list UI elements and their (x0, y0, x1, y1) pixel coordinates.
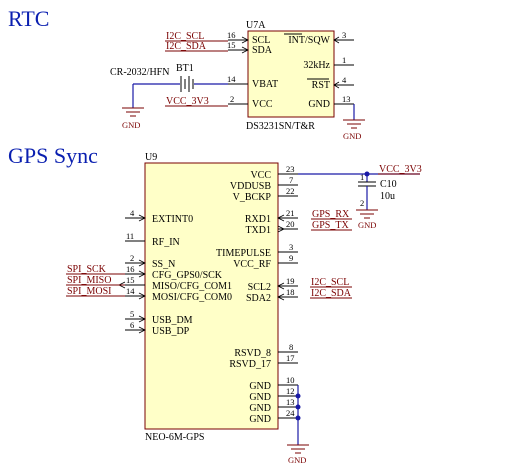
cap-value: 10u (380, 191, 395, 202)
rtc-pin-int-sqw: INT/SQW (288, 35, 330, 46)
cap-ref: C10 (380, 179, 397, 190)
gps-pin-num-rsvd17: 17 (286, 353, 295, 363)
gps-pin-num-vddusb: 7 (289, 175, 293, 185)
gps-pin-num-vcc: 23 (286, 164, 295, 174)
rtc-pin-num-sda: 15 (227, 40, 236, 50)
gps-pin-num-txd1: 20 (286, 219, 295, 229)
gnd-junction-12 (295, 393, 301, 399)
gps-pin-num-ss-n: 2 (130, 253, 134, 263)
rtc-pin-32khz: 32kHz (303, 60, 330, 71)
battery-gnd-label: GND (122, 120, 140, 130)
gps-pin-cfg-gps0-sck: CFG_GPS0/SCK (152, 270, 223, 281)
cap-pin2: 2 (360, 198, 364, 208)
rtc-pin-num-vbat: 14 (227, 74, 236, 84)
gps-pin-gnd-12: GND (249, 392, 271, 403)
battery-gnd-symbol (122, 107, 144, 117)
gps-pin-num-usb-dm: 5 (130, 309, 134, 319)
gps-pin-gnd-13: GND (249, 403, 271, 414)
gps-gnd-label: GND (288, 455, 306, 465)
rtc-pin-num-gnd: 13 (342, 94, 351, 104)
rtc-pin-num-vcc: 2 (230, 94, 234, 104)
rtc-pin-num-scl: 16 (227, 30, 236, 40)
rtc-pin-num-int: 3 (342, 30, 346, 40)
gps-pin-num-extint0: 4 (130, 208, 135, 218)
gps-pin-timepulse: TIMEPULSE (216, 248, 271, 259)
rtc-net-vcc: VCC_3V3 (166, 96, 209, 107)
gps-pin-vcc: VCC (250, 170, 271, 181)
gps-pin-gnd-10: GND (249, 381, 271, 392)
gps-net-spi-miso: SPI_MISO (67, 275, 111, 286)
cap-pin1: 1 (360, 172, 364, 182)
rtc-chip-ref: U7A (246, 20, 266, 31)
rtc-pin-rst: RST (312, 80, 330, 91)
gps-pin-rsvd8: RSVD_8 (234, 348, 271, 359)
gps-pin-vddusb: VDDUSB (230, 181, 271, 192)
rtc-pin-vbat: VBAT (252, 79, 278, 90)
rtc-chip-part: DS3231SN/T&R (246, 121, 315, 132)
schematic-canvas: RTC U7A DS3231SN/T&R 16 15 14 2 SCL SDA … (8, 6, 422, 465)
gps-module-ref: U9 (145, 152, 157, 163)
rtc-gnd-symbol (343, 119, 365, 129)
gps-net-gps-tx: GPS_TX (312, 220, 349, 231)
cap-gnd-label: GND (358, 220, 376, 230)
rtc-pin-num-32k: 1 (342, 55, 346, 65)
rtc-pin-vcc: VCC (252, 99, 273, 110)
gnd-junction-13 (295, 404, 301, 410)
gps-pin-num-gnd-13: 13 (286, 397, 295, 407)
gps-pin-txd1: TXD1 (245, 225, 271, 236)
gps-pin-usb-dm: USB_DM (152, 315, 193, 326)
gps-pin-rsvd17: RSVD_17 (229, 359, 271, 370)
gps-net-i2c-scl: I2C_SCL (311, 277, 349, 288)
gps-net-vcc: VCC_3V3 (379, 164, 422, 175)
gps-pin-num-miso: 15 (126, 275, 135, 285)
gps-pin-vcc-rf: VCC_RF (233, 259, 271, 270)
gps-pin-rf-in: RF_IN (152, 237, 180, 248)
gps-pin-rxd1: RXD1 (245, 214, 271, 225)
gps-net-i2c-sda: I2C_SDA (311, 288, 352, 299)
gps-pin-vbckp: V_BCKP (233, 192, 272, 203)
gps-pin-num-rxd1: 21 (286, 208, 295, 218)
rtc-pin-sda: SDA (252, 45, 273, 56)
rtc-section-title: RTC (8, 6, 49, 31)
rtc-gnd-label: GND (343, 131, 361, 141)
rtc-pin-gnd: GND (308, 99, 330, 110)
gps-pin-miso-cfg-com1: MISO/CFG_COM1 (152, 281, 232, 292)
gps-pin-num-vccrf: 9 (289, 253, 293, 263)
gps-pin-num-sda2: 18 (286, 287, 295, 297)
gps-pin-num-gnd-12: 12 (286, 386, 295, 396)
gnd-junction-24 (295, 415, 301, 421)
gps-pin-num-mosi: 14 (126, 286, 135, 296)
gps-gnd-symbol (287, 444, 309, 454)
gps-pin-num-vbckp: 22 (286, 186, 295, 196)
gps-pin-ss-n: SS_N (152, 259, 175, 270)
gps-pin-num-rf-in: 11 (126, 231, 134, 241)
gps-pin-num-rsvd8: 8 (289, 342, 293, 352)
battery-part: CR-2032/HFN (110, 67, 169, 78)
rtc-pin-num-rst: 4 (342, 75, 347, 85)
gps-section-title: GPS Sync (8, 143, 98, 168)
gps-pin-extint0: EXTINT0 (152, 214, 193, 225)
gps-module-part: NEO-6M-GPS (145, 432, 204, 443)
gps-pin-num-sck: 16 (126, 264, 135, 274)
gps-pin-num-usb-dp: 6 (130, 320, 134, 330)
gps-pin-num-timepulse: 3 (289, 242, 293, 252)
gps-net-spi-mosi: SPI_MOSI (67, 286, 111, 297)
rtc-net-i2c-sda: I2C_SDA (166, 41, 207, 52)
gps-net-gps-rx: GPS_RX (312, 209, 350, 220)
gps-pin-usb-dp: USB_DP (152, 326, 190, 337)
gps-pin-mosi-cfg-com0: MOSI/CFG_COM0 (152, 292, 232, 303)
gps-pin-scl2: SCL2 (248, 282, 271, 293)
gps-net-spi-sck: SPI_SCK (67, 264, 107, 275)
gps-pin-gnd-24: GND (249, 414, 271, 425)
gps-pin-num-scl2: 19 (286, 276, 295, 286)
gps-pin-sda2: SDA2 (246, 293, 271, 304)
gps-pin-num-gnd-24: 24 (286, 408, 295, 418)
cap-gnd-symbol (356, 209, 378, 219)
battery-ref: BT1 (176, 63, 194, 74)
gps-pin-num-gnd-10: 10 (286, 375, 295, 385)
